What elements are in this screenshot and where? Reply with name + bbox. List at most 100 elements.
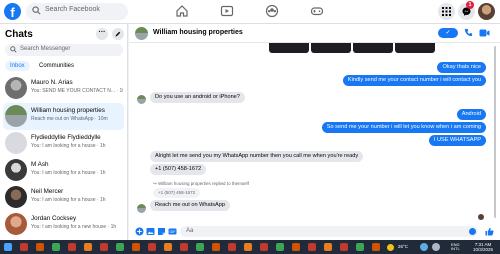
clock[interactable]: 7:31 AM 10/3/2025 (473, 242, 493, 252)
chat-item[interactable]: Mauro N. Arias You: SEND ME YOUR CONTACT… (3, 75, 124, 102)
avatar (5, 186, 27, 208)
taskbar-app-icon[interactable] (116, 243, 124, 251)
scrollbar[interactable] (494, 46, 496, 218)
taskbar-app-icon[interactable] (68, 243, 76, 251)
taskbar-app-icon[interactable] (196, 243, 204, 251)
menu-button[interactable] (438, 3, 455, 20)
taskbar-app-icon[interactable] (228, 243, 236, 251)
chats-panel: Chats ··· Search Messenger Inbox Communi… (0, 24, 128, 240)
avatar (137, 204, 146, 213)
chat-item-active[interactable]: William housing properties Reach me out … (3, 103, 124, 130)
keyboard-layout: INTL (451, 246, 460, 251)
sticker-icon[interactable] (157, 227, 166, 236)
taskbar-app-icon[interactable] (356, 243, 364, 251)
avatar (5, 77, 27, 99)
taskbar-app-icon[interactable] (100, 243, 108, 251)
media-thumbnail[interactable] (353, 43, 393, 53)
system-tray-icon[interactable] (420, 243, 428, 251)
taskbar-app-icon[interactable] (132, 243, 140, 251)
media-thumbnail[interactable] (269, 43, 309, 53)
taskbar-app-icon[interactable] (276, 243, 284, 251)
messenger-search-input[interactable]: Search Messenger (5, 44, 123, 56)
taskbar-app-icon[interactable] (372, 243, 380, 251)
search-icon (10, 46, 17, 53)
weather-temperature[interactable]: 26°C (398, 244, 408, 249)
conversation-header: William housing properties ✓ (129, 24, 500, 43)
reply-quote[interactable]: +1 (507) 458-1672 (153, 188, 201, 198)
taskbar-app-icon[interactable] (20, 243, 28, 251)
taskbar-app-icon[interactable] (340, 243, 348, 251)
video-icon[interactable] (220, 4, 234, 18)
tab-communities[interactable]: Communities (37, 61, 76, 71)
phone-icon[interactable] (464, 28, 473, 37)
media-thumbnail[interactable] (395, 43, 435, 53)
avatar (5, 105, 27, 127)
facebook-search-placeholder: Search Facebook (45, 6, 100, 13)
message-bubble-in[interactable]: Alright let me send you my WhatsApp numb… (150, 151, 364, 162)
message-bubble-in[interactable]: Reach me out on WhatsApp (150, 200, 230, 211)
message-bubble-in[interactable]: +1 (507) 458-1672 (150, 164, 207, 175)
chat-item-preview: You: SEND ME YOUR CONTACT N... · 10m (31, 88, 123, 94)
taskbar-app-icon[interactable] (324, 243, 332, 251)
chat-item[interactable]: M Ash You: I am looking for a house · 1h (3, 157, 124, 184)
chat-item-name: Flydieddyllie Flydieddylle (31, 134, 101, 141)
message-bubble-out[interactable]: I USE WHATSAPP (428, 135, 486, 146)
message-input[interactable]: Aa (180, 226, 478, 237)
message-bubble-out[interactable]: Kindly send me your contact number i wil… (342, 75, 486, 86)
conversation-title[interactable]: William housing properties (153, 29, 243, 36)
media-thumbnail[interactable] (311, 43, 351, 53)
avatar[interactable] (135, 27, 148, 40)
message-bubble-in[interactable]: Do you use an android or iPhone? (150, 92, 245, 103)
clock-date: 10/3/2025 (473, 247, 494, 252)
groups-icon[interactable] (265, 4, 279, 18)
chats-options-button[interactable]: ··· (96, 28, 108, 40)
chat-item-name: Jordan Cocksey (31, 215, 77, 222)
image-icon[interactable] (146, 227, 155, 236)
new-message-button[interactable] (112, 28, 124, 40)
start-icon[interactable] (4, 243, 12, 251)
avatar (5, 132, 27, 154)
profile-avatar[interactable] (478, 3, 495, 20)
chat-item-preview: You: I am looking for a house · 1h (31, 170, 106, 176)
taskbar-app-icon[interactable] (52, 243, 60, 251)
message-bubble-out[interactable]: Android (456, 109, 486, 120)
svg-text:GIF: GIF (170, 230, 177, 234)
avatar (5, 159, 27, 181)
home-tab-indicator (170, 21, 194, 23)
os-taskbar: 26°C ENG INTL 7:31 AM 10/3/2025 (0, 240, 500, 254)
chat-item[interactable]: Neil Mercer You: I am looking for a hous… (3, 184, 124, 211)
facebook-logo[interactable]: f (4, 3, 21, 20)
message-bubble-out[interactable]: Okay thats nice (437, 62, 486, 73)
chat-item[interactable]: Jordan Cocksey You: I am looking for a n… (3, 211, 124, 238)
taskbar-app-icon[interactable] (212, 243, 220, 251)
taskbar-app-icon[interactable] (260, 243, 268, 251)
gaming-icon[interactable] (310, 4, 324, 18)
gif-icon[interactable]: GIF (168, 227, 177, 236)
message-bubble-out[interactable]: So send me your number i will let you kn… (321, 122, 486, 133)
taskbar-app-icon[interactable] (164, 243, 172, 251)
chats-title: Chats (5, 29, 33, 40)
chat-item[interactable]: Flydieddyllie Flydieddylle You: I am loo… (3, 130, 124, 157)
taskbar-app-icon[interactable] (244, 243, 252, 251)
like-icon[interactable] (485, 227, 494, 236)
home-icon[interactable] (175, 4, 189, 18)
header-action-button[interactable]: ✓ (438, 28, 458, 38)
chat-item-name: William housing properties (31, 107, 105, 114)
add-circle-icon[interactable] (135, 227, 144, 236)
chat-item-preview: You: I am looking for a new house · 1h (31, 224, 117, 230)
taskbar-app-icon[interactable] (84, 243, 92, 251)
reply-note-text: William housing properties replied to th… (158, 181, 249, 186)
taskbar-app-icon[interactable] (292, 243, 300, 251)
video-call-icon[interactable] (479, 29, 490, 37)
conversation-panel: William housing properties ✓ Okay thats … (129, 24, 500, 240)
taskbar-app-icon[interactable] (308, 243, 316, 251)
tab-inbox[interactable]: Inbox (5, 61, 30, 71)
taskbar-app-icon[interactable] (148, 243, 156, 251)
facebook-search[interactable]: Search Facebook (26, 3, 128, 20)
taskbar-app-icon[interactable] (180, 243, 188, 251)
reply-note: ↪ William housing properties replied to … (153, 181, 249, 187)
language-indicator[interactable]: ENG INTL (451, 243, 460, 251)
emoji-icon[interactable] (469, 228, 476, 235)
taskbar-app-icon[interactable] (36, 243, 44, 251)
system-tray-icon[interactable] (432, 243, 440, 251)
